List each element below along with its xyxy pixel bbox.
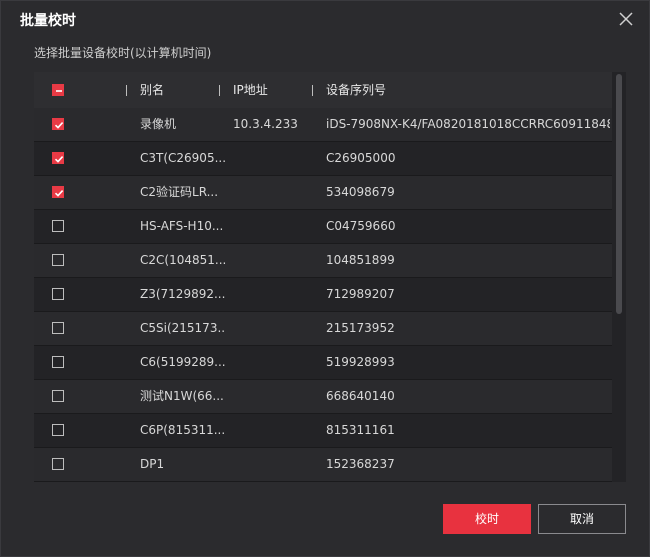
cell-alias: HS-AFS-H10... xyxy=(140,219,224,233)
sync-time-button[interactable]: 校时 xyxy=(443,504,531,534)
cell-ip xyxy=(233,142,319,175)
cell-alias: C3T(C26905... xyxy=(140,151,226,165)
cell-ip xyxy=(233,380,319,413)
table-row[interactable]: C2验证码LR... 534098679 xyxy=(34,176,612,210)
cell-ip xyxy=(233,312,319,345)
row-checkbox[interactable] xyxy=(52,118,64,130)
table-row[interactable]: 录像机 10.3.4.233 iDS-7908NX-K4/FA0820181018C… xyxy=(34,108,612,142)
row-checkbox[interactable] xyxy=(52,390,64,402)
cell-serial: C26905000 xyxy=(326,151,396,165)
cell-serial: 712989207 xyxy=(326,287,395,301)
cell-serial: 534098679 xyxy=(326,185,395,199)
cell-serial: 668640140 xyxy=(326,389,395,403)
cell-ip xyxy=(233,176,319,209)
cell-alias: 录像机 xyxy=(140,117,177,131)
cell-alias: C6(5199289... xyxy=(140,355,226,369)
table-row[interactable]: Z3(7129892... 712989207 xyxy=(34,278,612,312)
column-header-ip: IP地址 xyxy=(233,83,268,97)
cell-ip xyxy=(233,346,319,379)
cell-serial: 215173952 xyxy=(326,321,395,335)
cell-alias: C2C(104851... xyxy=(140,253,226,267)
row-checkbox[interactable] xyxy=(52,356,64,368)
row-checkbox[interactable] xyxy=(52,220,64,232)
row-checkbox[interactable] xyxy=(52,458,64,470)
scrollbar-thumb[interactable] xyxy=(616,74,622,314)
cell-alias: C2验证码LR... xyxy=(140,185,219,199)
close-icon[interactable] xyxy=(617,10,635,28)
row-checkbox[interactable] xyxy=(52,254,64,266)
dialog-title: 批量校时 xyxy=(20,13,76,29)
dialog-subtitle: 选择批量设备校时(以计算机时间) xyxy=(34,46,212,60)
cell-alias: DP1 xyxy=(140,457,165,471)
table-row[interactable]: HS-AFS-H10... C04759660 xyxy=(34,210,612,244)
cell-alias: C5Si(215173... xyxy=(140,321,226,335)
column-separator xyxy=(312,85,313,96)
table-header: 别名 IP地址 设备序列号 xyxy=(34,72,612,109)
column-header-alias: 别名 xyxy=(140,83,165,97)
row-checkbox[interactable] xyxy=(52,424,64,436)
table-row[interactable]: C2C(104851... 104851899 xyxy=(34,244,612,278)
column-header-serial: 设备序列号 xyxy=(326,83,387,97)
cell-ip xyxy=(233,278,319,311)
cell-serial: 519928993 xyxy=(326,355,395,369)
cell-ip: 10.3.4.233 xyxy=(233,117,298,131)
device-table: 别名 IP地址 设备序列号 录像机 10.3.4.233 iDS-7908NX-K4… xyxy=(34,72,626,482)
cell-ip xyxy=(233,244,319,277)
cell-serial: iDS-7908NX-K4/FA0820181018CCRRC60911848W… xyxy=(326,117,610,131)
dialog-titlebar: 批量校时 xyxy=(1,1,649,39)
cell-serial: 815311161 xyxy=(326,423,395,437)
table-row[interactable]: C6P(815311... 815311161 xyxy=(34,414,612,448)
column-separator xyxy=(219,85,220,96)
cell-serial: 104851899 xyxy=(326,253,395,267)
row-checkbox[interactable] xyxy=(52,288,64,300)
cell-alias: 测试N1W(66... xyxy=(140,389,224,403)
table-row[interactable]: C3T(C26905... C26905000 xyxy=(34,142,612,176)
table-scrollbar[interactable] xyxy=(612,72,626,482)
column-separator xyxy=(126,85,127,96)
batch-time-sync-dialog: 批量校时 选择批量设备校时(以计算机时间) 别名 IP地址 设备序列号 录像机 1… xyxy=(0,0,650,557)
row-checkbox[interactable] xyxy=(52,322,64,334)
cell-ip xyxy=(233,448,319,481)
cell-alias: C6P(815311... xyxy=(140,423,226,437)
select-all-checkbox[interactable] xyxy=(52,84,64,96)
row-checkbox[interactable] xyxy=(52,152,64,164)
table-row[interactable]: 测试N1W(66... 668640140 xyxy=(34,380,612,414)
cell-alias: Z3(7129892... xyxy=(140,287,226,301)
cell-serial: 152368237 xyxy=(326,457,395,471)
cell-ip xyxy=(233,210,319,243)
row-checkbox[interactable] xyxy=(52,186,64,198)
table-row[interactable]: C5Si(215173... 215173952 xyxy=(34,312,612,346)
cell-ip xyxy=(233,414,319,447)
cancel-button[interactable]: 取消 xyxy=(538,504,626,534)
cell-serial: C04759660 xyxy=(326,219,396,233)
table-row[interactable]: C6(5199289... 519928993 xyxy=(34,346,612,380)
table-row[interactable]: DP1 152368237 xyxy=(34,448,612,482)
